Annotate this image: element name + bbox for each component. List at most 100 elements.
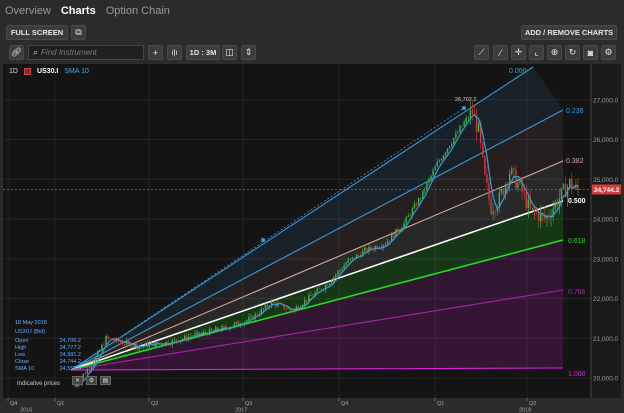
indicative-note: Indicative prices	[17, 381, 61, 387]
x-tick-label: Q1	[57, 401, 64, 407]
ohlc-row-open: Open 24,706.2	[15, 338, 81, 344]
add-indicator-button[interactable]: +	[148, 45, 163, 60]
candle-body	[163, 344, 165, 346]
candle-body	[150, 342, 153, 344]
candle-body	[515, 169, 517, 189]
timeframe-label: 1D	[9, 68, 18, 75]
candle-body	[318, 288, 320, 290]
candle-body	[312, 295, 314, 297]
compare-icon: ◫	[225, 47, 234, 57]
settings-icon: ⚙	[604, 47, 613, 57]
candle-body	[424, 189, 426, 191]
candle-body	[121, 342, 124, 345]
candle-body	[448, 146, 451, 149]
x-year-label: 2018	[519, 408, 531, 413]
settings-button[interactable]: ⚙	[601, 45, 616, 60]
candle-body	[264, 304, 267, 309]
gear-icon[interactable]: ⚙	[86, 376, 97, 385]
candle-body	[101, 344, 103, 351]
candle-body	[366, 248, 368, 252]
candle-body	[235, 321, 238, 324]
compare-button[interactable]: ◫	[222, 45, 237, 60]
ohlc-tools: ✕ ⚙ ▤	[72, 376, 111, 385]
candle-body	[210, 328, 213, 331]
candle-body	[556, 202, 559, 207]
candle-body	[432, 170, 434, 176]
full-screen-button[interactable]: FULL SCREEN	[6, 25, 68, 40]
fib-anchor-point	[462, 106, 466, 110]
candle-body	[349, 258, 352, 260]
chart-type-button[interactable]: ıļı	[167, 45, 182, 60]
candle-body	[492, 211, 494, 214]
candle-body	[451, 143, 453, 147]
price-chart[interactable]: 0.000 0.236 0.382 0.500 0.618 0.786 1.000 26,70…	[3, 64, 621, 413]
candle-body	[440, 159, 443, 161]
candles-icon: ıļı	[171, 48, 178, 57]
ohlc-date: 18 May 2018	[15, 320, 47, 326]
y-tick-label: 22,000.0	[593, 296, 619, 303]
line-tool-icon: ∕	[499, 47, 502, 58]
series-color-swatch[interactable]	[23, 68, 31, 75]
tab-overview[interactable]: Overview	[5, 5, 51, 17]
candle-body	[442, 155, 445, 160]
crosshair-button[interactable]: ✛	[511, 45, 526, 60]
line-tool-button[interactable]: ∕	[493, 45, 508, 60]
candle-body	[417, 198, 420, 206]
candle-body	[471, 110, 474, 114]
y-tick-label: 25,000.0	[593, 177, 619, 184]
trend-line-button[interactable]: ⟋	[474, 45, 489, 60]
candle-body	[341, 268, 343, 271]
candle-body	[457, 131, 459, 133]
candle-body	[430, 175, 432, 180]
candle-body	[554, 202, 556, 209]
popout-button[interactable]: ⧉	[71, 25, 86, 40]
candle-body	[99, 350, 101, 352]
candle-body	[320, 288, 323, 290]
candle-body	[488, 182, 490, 199]
candle-body	[84, 373, 87, 375]
snapshot-button[interactable]: ◙	[583, 45, 598, 60]
symbol-label[interactable]: US30.I	[37, 68, 58, 75]
indicator-label[interactable]: SMA 10	[64, 68, 89, 75]
link-button[interactable]: 🔗︎	[9, 45, 24, 60]
zoom-button[interactable]: ⊕	[547, 45, 562, 60]
ohlc-row-low: Low 24,581.2	[15, 352, 81, 358]
candle-body	[123, 344, 126, 345]
candle-body	[393, 234, 395, 237]
candle-body	[428, 179, 430, 184]
candle-body	[463, 121, 465, 126]
curve-tool-button[interactable]: ⌞	[529, 45, 544, 60]
instrument-search: ⌕	[28, 45, 144, 60]
period-button[interactable]: 1D : 3M	[186, 45, 220, 60]
tab-option-chain[interactable]: Option Chain	[106, 5, 170, 17]
candle-body	[494, 211, 496, 212]
y-axis: 27,000.0 26,000.0 25,000.0 24,000.0 23,000.0…	[590, 64, 619, 413]
crosshair-icon: ✛	[514, 47, 523, 57]
candle-body	[330, 281, 333, 284]
copy-icon[interactable]: ▤	[100, 376, 111, 385]
add-remove-charts-button[interactable]: ADD / REMOVE CHARTS	[521, 25, 617, 40]
candle-body	[407, 215, 409, 218]
candle-body	[132, 346, 134, 348]
candle-body	[506, 184, 509, 186]
candle-body	[306, 299, 308, 302]
fib-level-label: 1.000	[568, 371, 586, 378]
candle-body	[250, 315, 252, 317]
refresh-icon: ↻	[568, 47, 577, 57]
split-button[interactable]: ⇕	[241, 45, 256, 60]
candle-body	[173, 339, 176, 341]
candle-body	[502, 189, 505, 195]
candle-body	[523, 191, 525, 193]
candle-body	[256, 313, 258, 316]
candle-body	[419, 198, 422, 199]
chart-area[interactable]: 0.000 0.236 0.382 0.500 0.618 0.786 1.000 26,70…	[3, 64, 621, 413]
view-tabs: Overview Charts Option Chain	[0, 0, 624, 22]
candle-body	[337, 271, 339, 275]
chart-toolbar-top: FULL SCREEN ⧉ ADD / REMOVE CHARTS	[0, 22, 624, 42]
tab-charts[interactable]: Charts	[61, 5, 96, 17]
refresh-button[interactable]: ↻	[565, 45, 580, 60]
fib-level-label: 0.618	[568, 238, 586, 245]
close-icon[interactable]: ✕	[72, 376, 83, 385]
search-input[interactable]	[41, 48, 142, 57]
link-icon: 🔗︎	[10, 47, 23, 57]
